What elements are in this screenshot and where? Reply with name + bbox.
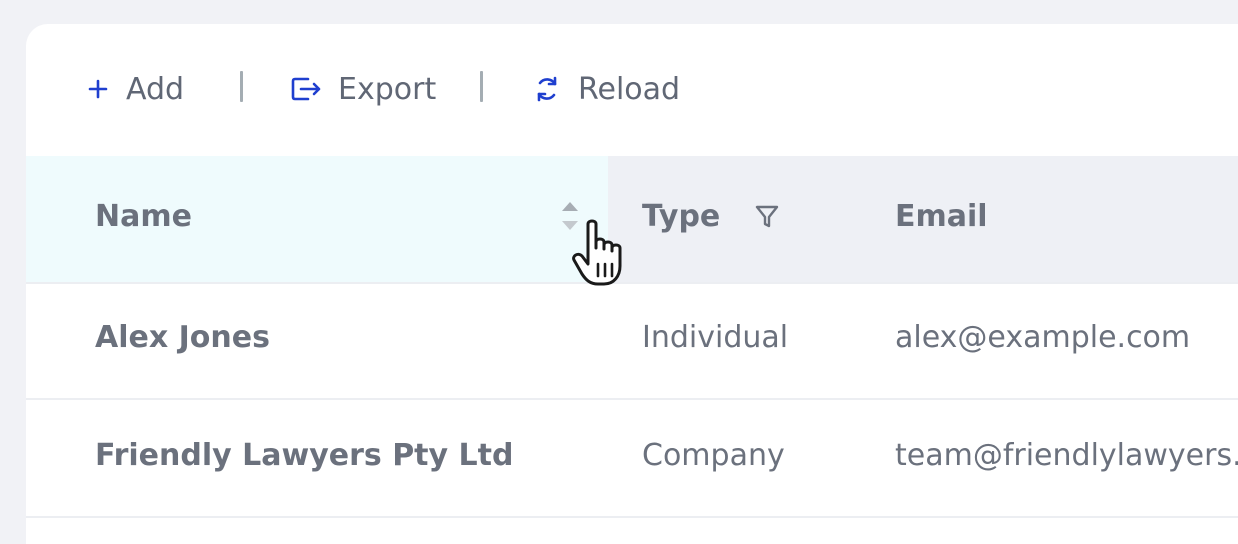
cell-type: Individual [642,320,789,355]
cell-name: Friendly Lawyers Pty Ltd [95,438,514,473]
plus-icon [88,79,108,99]
filter-icon[interactable] [754,204,780,234]
cell-type: Company [642,438,785,473]
add-button[interactable]: Add [88,67,184,111]
toolbar-divider [480,71,483,102]
column-header-email-label[interactable]: Email [895,197,988,237]
column-header-name-label: Name [95,199,192,234]
reload-button[interactable]: Reload [534,67,680,111]
cell-email: alex@example.com [895,320,1191,355]
export-button[interactable]: Export [290,67,436,111]
table-row[interactable]: Friendly Lawyers Pty Ltd Company team@fr… [26,400,1238,518]
data-table-card: Add Export Reload Name Type Email Alex J… [26,24,1238,544]
table-row[interactable]: Alex Jones Individual alex@example.com [26,282,1238,400]
cell-name: Alex Jones [95,320,270,355]
export-icon [290,76,322,102]
table-header: Name Type Email [26,156,1238,284]
table-toolbar: Add Export Reload [26,24,1238,156]
sort-icon[interactable] [559,198,581,234]
add-label: Add [126,71,185,107]
export-label: Export [338,71,437,107]
column-header-type-label[interactable]: Type [642,197,720,237]
toolbar-divider [240,71,243,102]
reload-icon [534,75,560,103]
cell-email: team@friendlylawyers.com [895,438,1238,473]
column-header-name[interactable]: Name [26,156,608,282]
reload-label: Reload [578,71,681,107]
